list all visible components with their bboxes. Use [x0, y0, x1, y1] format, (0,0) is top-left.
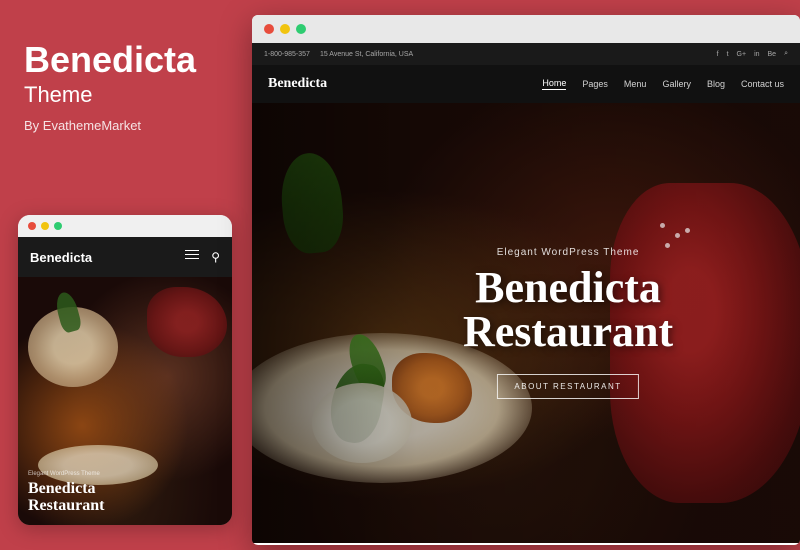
- desktop-menu: Home Pages Menu Gallery Blog Contact us: [542, 78, 784, 90]
- mobile-hero: Elegant WordPress Theme Benedicta Restau…: [18, 277, 232, 525]
- mobile-hero-subtitle: Elegant WordPress Theme: [28, 471, 104, 477]
- left-panel: Benedicta Theme By EvathemeMarket Benedi…: [0, 0, 248, 550]
- desktop-top-bar: 1-800-985-357 15 Avenue St, California, …: [252, 43, 800, 65]
- menu-item-pages[interactable]: Pages: [582, 79, 608, 89]
- desktop-hero: Elegant WordPress Theme Benedicta Restau…: [252, 103, 800, 543]
- mobile-logo: Benedicta: [30, 250, 92, 265]
- hero-subtitle: Elegant WordPress Theme: [463, 247, 673, 258]
- desktop-dot-green: [296, 24, 306, 34]
- desktop-dots-bar: [252, 15, 800, 43]
- desktop-logo: Benedicta: [268, 76, 327, 92]
- mobile-nav: Benedicta ⚲: [18, 237, 232, 277]
- desktop-dot-yellow: [280, 24, 290, 34]
- menu-item-home[interactable]: Home: [542, 78, 566, 90]
- mobile-dot-red: [28, 222, 36, 230]
- mobile-dot-yellow: [41, 222, 49, 230]
- desktop-preview: 1-800-985-357 15 Avenue St, California, …: [252, 15, 800, 545]
- theme-subtitle: Theme: [24, 82, 224, 108]
- mobile-hero-title: Benedicta Restaurant: [28, 480, 104, 515]
- mobile-nav-icons: ⚲: [185, 250, 220, 265]
- theme-title: Benedicta: [24, 40, 224, 80]
- mobile-preview: Benedicta ⚲ Elegant WordPress Theme Bene…: [18, 215, 232, 525]
- mobile-dots-bar: [18, 215, 232, 237]
- search-icon[interactable]: ⚲: [211, 250, 220, 265]
- mobile-overlay-text: Elegant WordPress Theme Benedicta Restau…: [28, 471, 104, 515]
- desktop-dot-red: [264, 24, 274, 34]
- hero-title: Benedicta Restaurant: [463, 266, 673, 354]
- menu-item-gallery[interactable]: Gallery: [662, 79, 691, 89]
- hero-cta: ABOUT RESTAURANT: [463, 374, 673, 399]
- hero-text-block: Elegant WordPress Theme Benedicta Restau…: [463, 247, 673, 399]
- top-bar-address: 15 Avenue St, California, USA: [320, 51, 413, 58]
- top-bar-right: f t G+ in Be ⌕: [717, 50, 788, 58]
- social-facebook[interactable]: f: [717, 51, 719, 58]
- social-behance[interactable]: Be: [768, 51, 777, 58]
- desktop-nav: Benedicta Home Pages Menu Gallery Blog C…: [252, 65, 800, 103]
- hamburger-icon[interactable]: [185, 250, 199, 265]
- social-google[interactable]: G+: [737, 51, 747, 58]
- menu-item-blog[interactable]: Blog: [707, 79, 725, 89]
- top-bar-search-icon[interactable]: ⌕: [784, 50, 788, 58]
- menu-item-menu[interactable]: Menu: [624, 79, 647, 89]
- social-instagram[interactable]: in: [754, 51, 759, 58]
- top-bar-left: 1-800-985-357 15 Avenue St, California, …: [264, 51, 413, 58]
- top-bar-phone: 1-800-985-357: [264, 51, 310, 58]
- mobile-dot-green: [54, 222, 62, 230]
- social-twitter[interactable]: t: [727, 51, 729, 58]
- about-restaurant-button[interactable]: ABOUT RESTAURANT: [497, 374, 638, 399]
- theme-author: By EvathemeMarket: [24, 118, 224, 133]
- menu-item-contact[interactable]: Contact us: [741, 79, 784, 89]
